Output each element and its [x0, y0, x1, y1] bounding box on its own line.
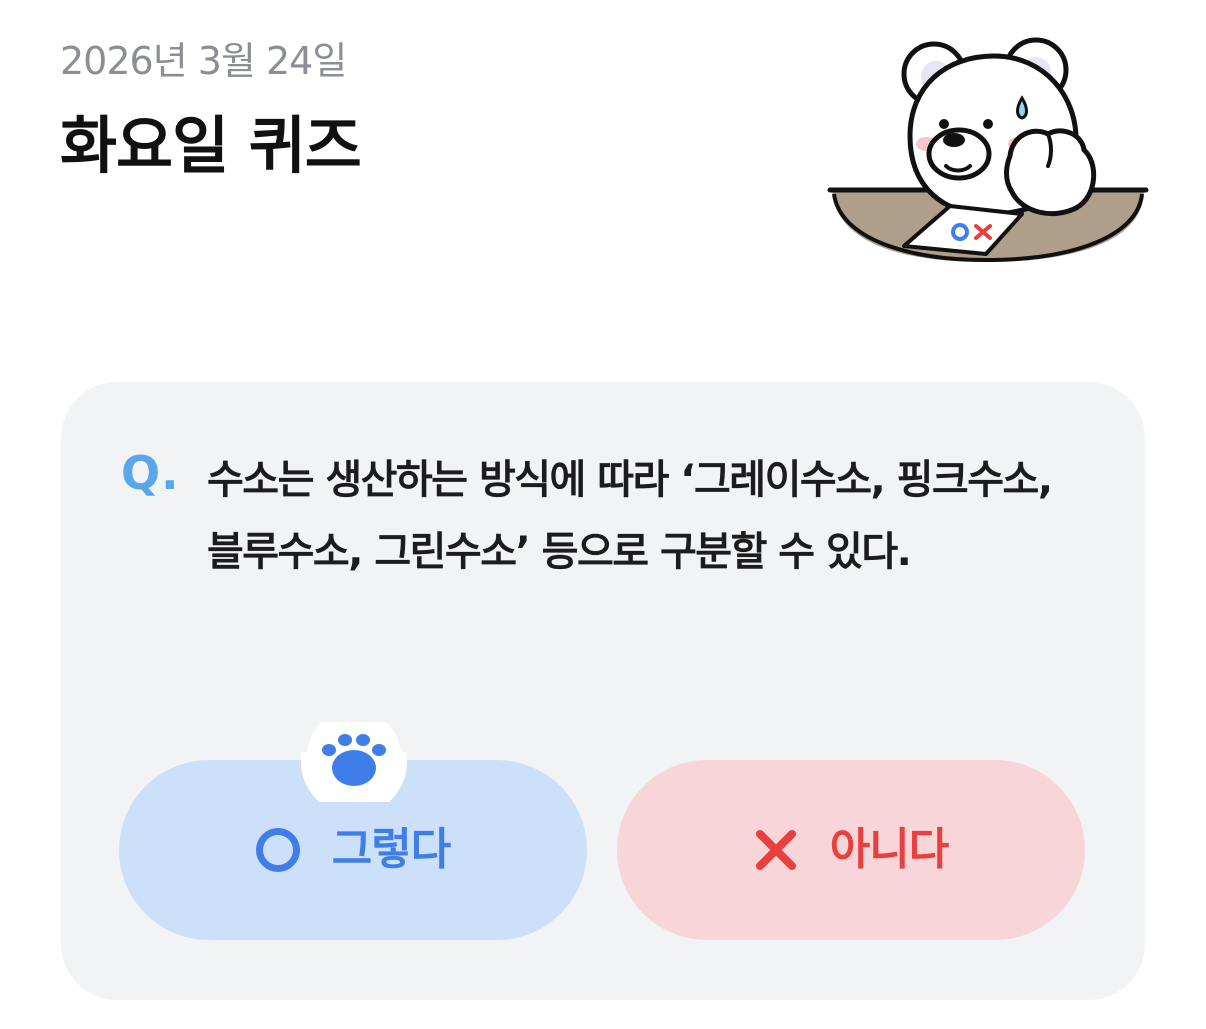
answer-yes-label: 그렇다: [331, 824, 451, 875]
x-mark-icon: [755, 830, 796, 870]
paw-icon: [301, 709, 407, 815]
answer-no-button[interactable]: 아니다: [617, 760, 1085, 940]
quiz-card: Q. 수소는 생산하는 방식에 따라 ‘그레이수소, 핑크수소, 블루수소, 그…: [61, 382, 1145, 1000]
polar-bear-thinking-icon: [826, 26, 1150, 266]
answer-no-label: 아니다: [829, 824, 949, 875]
page-title: 화요일 퀴즈: [60, 109, 362, 182]
circle-o-icon: [255, 828, 300, 872]
question-mark-label: Q.: [121, 446, 180, 500]
date-label: 2026년 3월 24일: [60, 39, 347, 83]
question-text: 수소는 생산하는 방식에 따라 ‘그레이수소, 핑크수소, 블루수소, 그린수소…: [207, 457, 1053, 575]
